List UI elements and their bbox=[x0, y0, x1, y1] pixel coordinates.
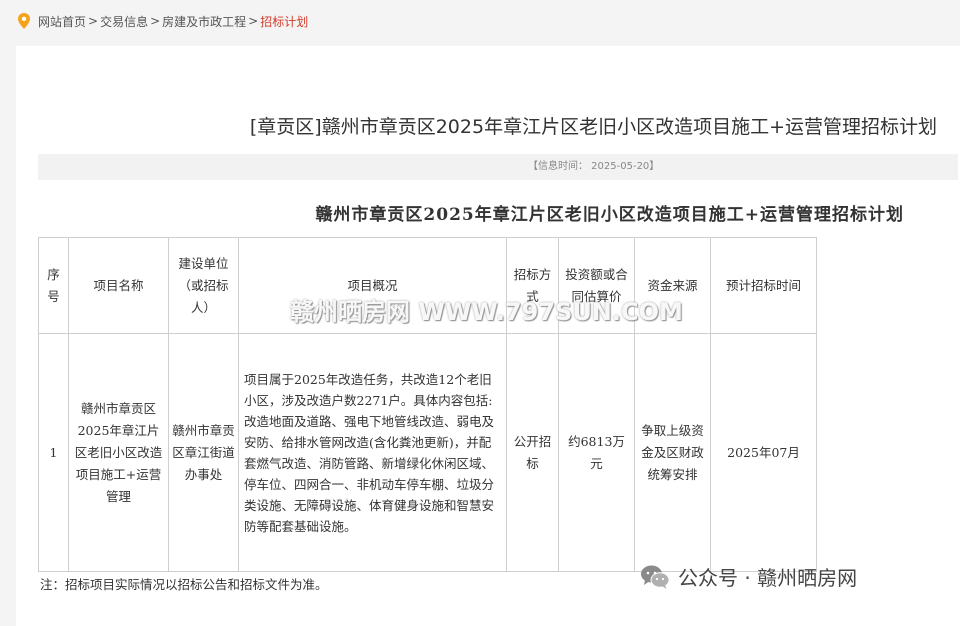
cell-amount: 约6813万元 bbox=[558, 333, 635, 572]
content-title: 赣州市章贡区2025年章江片区老旧小区改造项目施工+运营管理招标计划 bbox=[315, 205, 904, 225]
wechat-icon bbox=[641, 565, 670, 589]
table-note: 注：招标项目实际情况以招标公告和招标文件为准。 bbox=[40, 577, 328, 592]
page-title: [章贡区]赣州市章贡区2025年章江片区老旧小区改造项目施工+运营管理招标计划 bbox=[249, 116, 937, 138]
cell-funding: 争取上级资金及区财政统筹安排 bbox=[634, 333, 711, 572]
breadcrumb-separator: > bbox=[88, 14, 99, 28]
header-index: 序号 bbox=[38, 237, 69, 334]
breadcrumb: 网站首页 > 交易信息 > 房建及市政工程 > 招标计划 bbox=[18, 8, 308, 34]
article-panel: [章贡区]赣州市章贡区2025年章江片区老旧小区改造项目施工+运营管理招标计划 … bbox=[16, 46, 960, 626]
header-owner: 建设单位（或招标人） bbox=[168, 237, 239, 334]
breadcrumb-home[interactable]: 网站首页 bbox=[38, 13, 86, 30]
info-bar: 【信息时间： 2025-05-20】 bbox=[38, 154, 958, 180]
cell-owner: 赣州市章贡区章江街道办事处 bbox=[168, 333, 239, 572]
cell-index: 1 bbox=[38, 333, 69, 572]
breadcrumb-separator: > bbox=[248, 14, 259, 28]
official-account-name: 公众号 · 赣州晒房网 bbox=[678, 566, 858, 590]
table-row: 1 赣州市章贡区2025年章江片区老旧小区改造项目施工+运营管理 赣州市章贡区章… bbox=[38, 333, 817, 572]
official-account: 公众号 · 赣州晒房网 bbox=[640, 562, 857, 591]
header-project-name: 项目名称 bbox=[68, 237, 169, 334]
header-time: 预计招标时间 bbox=[710, 237, 817, 334]
cell-time: 2025年07月 bbox=[710, 333, 817, 572]
breadcrumb-separator: > bbox=[150, 14, 161, 28]
cell-summary: 项目属于2025年改造任务，共改造12个老旧小区，涉及改造户数2271户。具体内… bbox=[238, 333, 507, 572]
watermark: 赣州晒房网 WWW.797SUN.COM bbox=[290, 298, 683, 326]
breadcrumb-current[interactable]: 招标计划 bbox=[260, 13, 308, 30]
bidding-plan-table: 序号 项目名称 建设单位（或招标人） 项目概况 招标方式 投资额或合同估算价 资… bbox=[38, 237, 817, 572]
cell-project-name: 赣州市章贡区2025年章江片区老旧小区改造项目施工+运营管理 bbox=[68, 333, 169, 572]
breadcrumb-construction[interactable]: 房建及市政工程 bbox=[162, 13, 246, 30]
location-pin-icon bbox=[18, 13, 30, 29]
cell-method: 公开招标 bbox=[506, 333, 559, 572]
info-time: 【信息时间： 2025-05-20】 bbox=[528, 161, 660, 172]
breadcrumb-trade-info[interactable]: 交易信息 bbox=[100, 13, 148, 30]
